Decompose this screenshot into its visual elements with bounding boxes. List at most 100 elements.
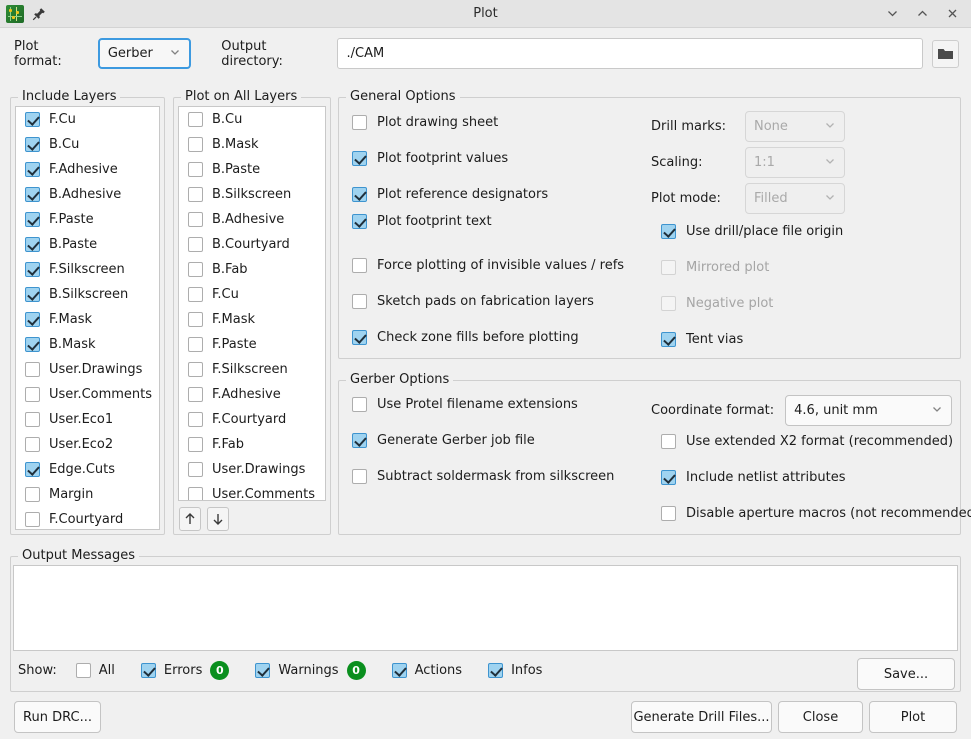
list-item[interactable]: F.Mask xyxy=(16,307,159,332)
list-item[interactable]: B.Courtyard xyxy=(179,232,325,257)
checkbox-indicator[interactable] xyxy=(661,506,676,521)
list-item[interactable]: B.Silkscreen xyxy=(16,282,159,307)
checkbox-indicator[interactable] xyxy=(661,296,676,311)
checkbox-indicator[interactable] xyxy=(75,663,91,678)
minimize-button[interactable] xyxy=(877,1,907,27)
list-item[interactable]: F.Cu xyxy=(179,282,325,307)
general-option-checkbox[interactable]: Tent vias xyxy=(661,332,743,347)
general-option-checkbox[interactable]: Plot footprint values xyxy=(352,151,508,166)
general-option-checkbox[interactable]: Sketch pads on fabrication layers xyxy=(352,294,594,309)
list-item[interactable]: B.Cu xyxy=(179,107,325,132)
checkbox-indicator[interactable] xyxy=(25,262,40,277)
general-option-checkbox[interactable]: Force plotting of invisible values / ref… xyxy=(352,258,624,273)
output-directory-input[interactable]: ./CAM xyxy=(337,38,923,69)
gerber-option-checkbox[interactable]: Use Protel filename extensions xyxy=(352,397,578,412)
checkbox-indicator[interactable] xyxy=(25,312,40,327)
plot-button[interactable]: Plot xyxy=(869,701,957,733)
checkbox-indicator[interactable] xyxy=(188,437,203,452)
checkbox-indicator[interactable] xyxy=(25,137,40,152)
pin-icon[interactable] xyxy=(30,5,48,23)
message-filter[interactable]: Warnings 0 xyxy=(255,661,366,680)
list-item[interactable]: F.Paste xyxy=(179,332,325,357)
list-item[interactable]: B.Paste xyxy=(179,157,325,182)
list-item[interactable]: User.Drawings xyxy=(179,457,325,482)
save-messages-button[interactable]: Save... xyxy=(857,658,955,690)
checkbox-indicator[interactable] xyxy=(488,663,504,678)
checkbox-indicator[interactable] xyxy=(25,287,40,302)
checkbox-indicator[interactable] xyxy=(188,237,203,252)
checkbox-indicator[interactable] xyxy=(188,387,203,402)
list-item[interactable]: Edge.Cuts xyxy=(16,457,159,482)
list-item[interactable]: F.Adhesive xyxy=(179,382,325,407)
checkbox-indicator[interactable] xyxy=(25,337,40,352)
checkbox-indicator[interactable] xyxy=(352,214,367,229)
move-layer-up-button[interactable] xyxy=(179,507,201,531)
close-button[interactable] xyxy=(937,1,967,27)
checkbox-indicator[interactable] xyxy=(661,224,676,239)
general-option-checkbox[interactable]: Plot footprint text xyxy=(352,214,492,229)
plot-format-select[interactable]: Gerber xyxy=(97,38,192,69)
checkbox-indicator[interactable] xyxy=(352,294,367,309)
checkbox-indicator[interactable] xyxy=(352,433,367,448)
checkbox-indicator[interactable] xyxy=(25,162,40,177)
general-option-checkbox[interactable]: Mirrored plot xyxy=(661,260,769,275)
checkbox-indicator[interactable] xyxy=(188,112,203,127)
list-item[interactable]: B.Adhesive xyxy=(179,207,325,232)
general-option-checkbox[interactable]: Plot drawing sheet xyxy=(352,115,498,130)
checkbox-indicator[interactable] xyxy=(25,187,40,202)
checkbox-indicator[interactable] xyxy=(661,332,676,347)
checkbox-indicator[interactable] xyxy=(352,115,367,130)
checkbox-indicator[interactable] xyxy=(188,287,203,302)
checkbox-indicator[interactable] xyxy=(352,187,367,202)
list-item[interactable]: F.Silkscreen xyxy=(179,357,325,382)
generate-drill-files-button[interactable]: Generate Drill Files... xyxy=(631,701,772,733)
general-option-checkbox[interactable]: Negative plot xyxy=(661,296,773,311)
checkbox-indicator[interactable] xyxy=(188,312,203,327)
gerber-option-checkbox[interactable]: Use extended X2 format (recommended) xyxy=(661,434,953,449)
checkbox-indicator[interactable] xyxy=(352,258,367,273)
list-item[interactable]: B.Paste xyxy=(16,232,159,257)
checkbox-indicator[interactable] xyxy=(25,212,40,227)
list-item[interactable]: Margin xyxy=(16,482,159,507)
checkbox-indicator[interactable] xyxy=(661,260,676,275)
general-option-checkbox[interactable]: Use drill/place file origin xyxy=(661,224,843,239)
checkbox-indicator[interactable] xyxy=(255,663,271,678)
maximize-button[interactable] xyxy=(907,1,937,27)
checkbox-indicator[interactable] xyxy=(188,212,203,227)
message-filter[interactable]: Infos xyxy=(488,663,542,678)
checkbox-indicator[interactable] xyxy=(25,437,40,452)
list-item[interactable]: F.Courtyard xyxy=(16,507,159,529)
browse-directory-button[interactable] xyxy=(931,39,959,68)
checkbox-indicator[interactable] xyxy=(188,462,203,477)
message-filter[interactable]: All xyxy=(75,663,115,678)
list-item[interactable]: B.Mask xyxy=(16,332,159,357)
list-item[interactable]: B.Cu xyxy=(16,132,159,157)
list-item[interactable]: F.Adhesive xyxy=(16,157,159,182)
list-item[interactable]: User.Comments xyxy=(179,482,325,500)
checkbox-indicator[interactable] xyxy=(188,487,203,500)
list-item[interactable]: B.Fab xyxy=(179,257,325,282)
move-layer-down-button[interactable] xyxy=(207,507,229,531)
list-item[interactable]: F.Courtyard xyxy=(179,407,325,432)
include-layers-list[interactable]: F.Cu B.Cu F.Adhesive B.Adhesive F.Paste B.Pas… xyxy=(15,106,160,530)
list-item[interactable]: User.Eco2 xyxy=(16,432,159,457)
run-drc-button[interactable]: Run DRC... xyxy=(14,701,101,733)
list-item[interactable]: B.Silkscreen xyxy=(179,182,325,207)
plot-on-all-layers-list[interactable]: B.Cu B.Mask B.Paste B.Silkscreen B.Adhesive B… xyxy=(178,106,326,501)
checkbox-indicator[interactable] xyxy=(661,434,676,449)
checkbox-indicator[interactable] xyxy=(352,151,367,166)
list-item[interactable]: F.Fab xyxy=(179,432,325,457)
checkbox-indicator[interactable] xyxy=(352,397,367,412)
message-filter[interactable]: Errors 0 xyxy=(140,661,230,680)
checkbox-indicator[interactable] xyxy=(188,362,203,377)
checkbox-indicator[interactable] xyxy=(25,512,40,527)
checkbox-indicator[interactable] xyxy=(25,237,40,252)
list-item[interactable]: B.Mask xyxy=(179,132,325,157)
list-item[interactable]: B.Adhesive xyxy=(16,182,159,207)
gerber-option-checkbox[interactable]: Subtract soldermask from silkscreen xyxy=(352,469,614,484)
list-item[interactable]: User.Comments xyxy=(16,382,159,407)
list-item[interactable]: User.Eco1 xyxy=(16,407,159,432)
checkbox-indicator[interactable] xyxy=(188,137,203,152)
gerber-option-checkbox[interactable]: Include netlist attributes xyxy=(661,470,846,485)
gerber-option-checkbox[interactable]: Generate Gerber job file xyxy=(352,433,535,448)
